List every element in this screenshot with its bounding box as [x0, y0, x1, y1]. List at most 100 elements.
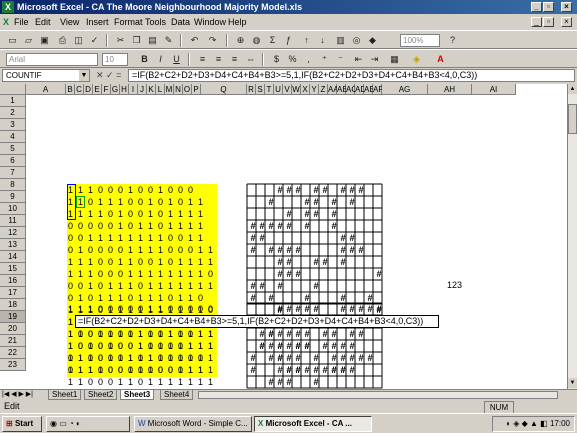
cell-value[interactable]: 1 — [76, 376, 85, 388]
menu-edit[interactable]: Edit — [35, 14, 51, 30]
chevron-down-icon[interactable]: ▼ — [79, 70, 89, 81]
cell-value[interactable]: 1 — [116, 376, 125, 388]
hash-cell[interactable]: # — [257, 232, 267, 244]
italic-icon[interactable]: I — [154, 53, 167, 66]
hash-cell[interactable]: # — [302, 328, 312, 340]
cell-value[interactable]: 0 — [76, 340, 85, 352]
cell-value[interactable]: 1 — [66, 364, 75, 376]
cell-value[interactable]: 1 — [186, 364, 195, 376]
doc-close-button[interactable]: × — [561, 17, 572, 27]
cell-value[interactable]: 1 — [176, 328, 185, 340]
cell-value[interactable]: 1 — [66, 376, 75, 388]
cell-value[interactable]: 1 — [96, 364, 105, 376]
cell-value[interactable]: 0 — [106, 340, 115, 352]
cell-value[interactable]: 1 — [196, 340, 205, 352]
cell-value[interactable]: 0 — [136, 303, 145, 315]
hash-cell[interactable]: # — [347, 340, 357, 352]
cell-value[interactable]: 1 — [186, 352, 195, 364]
cell-value[interactable]: 1 — [166, 376, 175, 388]
cell-value[interactable]: 1 — [126, 376, 135, 388]
align-left-icon[interactable]: ≡ — [196, 53, 209, 66]
doc-minimize-button[interactable]: _ — [531, 17, 542, 27]
cell-value[interactable]: 1 — [206, 352, 215, 364]
formula-buttons[interactable]: ✕ ✓ = — [96, 69, 126, 82]
increase-indent-icon[interactable]: ⇥ — [368, 53, 381, 66]
taskbar-excel[interactable]: X Microsoft Excel - CA ... — [254, 416, 372, 432]
cell-value[interactable]: 0 — [186, 303, 195, 315]
cell-value[interactable]: 1 — [206, 364, 215, 376]
hash-cell[interactable]: # — [248, 352, 258, 364]
cell-value[interactable]: 1 — [76, 364, 85, 376]
cut-icon[interactable]: ✂ — [114, 34, 127, 47]
align-right-icon[interactable]: ≡ — [228, 53, 241, 66]
menu-data[interactable]: Data — [171, 14, 190, 30]
font-color-icon[interactable]: A — [434, 53, 447, 66]
hash-cell[interactable]: # — [311, 376, 321, 388]
hash-cell[interactable]: # — [347, 232, 357, 244]
tab-scroll-icons[interactable]: |◀ ◀ ▶ ▶| — [2, 390, 33, 400]
cell-value[interactable]: 1 — [186, 328, 195, 340]
hash-cell[interactable]: # — [257, 280, 267, 292]
cell-value[interactable]: 0 — [146, 328, 155, 340]
cell-value[interactable]: 1 — [116, 352, 125, 364]
maximize-button[interactable]: ▫ — [543, 2, 554, 12]
cell-value[interactable]: 0 — [126, 303, 135, 315]
hash-cell[interactable]: # — [338, 364, 348, 376]
hash-cell[interactable]: # — [347, 196, 357, 208]
menu-tools[interactable]: Tools — [145, 14, 166, 30]
open-icon[interactable]: ▱ — [22, 34, 35, 47]
cell-value[interactable]: 0 — [176, 303, 185, 315]
hash-cell[interactable]: # — [356, 184, 366, 196]
hash-cell[interactable]: # — [293, 352, 303, 364]
cell-value[interactable]: 0 — [116, 303, 125, 315]
cell-value[interactable]: 1 — [66, 340, 75, 352]
cell-value[interactable]: 1 — [86, 303, 95, 315]
drawing-icon[interactable]: ◆ — [366, 34, 379, 47]
spreadsheet-grid[interactable]: A B C D E F G H I J K L M N O P Q R S T U V W X Y Z AA AB AC AD AE AF AG… — [0, 84, 567, 389]
merge-center-icon[interactable]: ⇔ — [244, 53, 257, 66]
cell-value[interactable]: 0 — [156, 340, 165, 352]
hash-cell[interactable]: # — [338, 256, 348, 268]
cell-value[interactable]: 1 — [146, 303, 155, 315]
formula-input[interactable]: =IF(B2+C2+D2+D3+D4+C4+B4+B3>=5,1,IF(B2+C… — [128, 69, 575, 82]
cell-value[interactable]: 0 — [96, 376, 105, 388]
sort-descending-icon[interactable]: ↓ — [316, 34, 329, 47]
cell-value[interactable]: 0 — [196, 303, 205, 315]
cell-value[interactable]: 1 — [76, 352, 85, 364]
cell-value[interactable]: 0 — [106, 303, 115, 315]
doc-restore-button[interactable]: ▫ — [543, 17, 554, 27]
copy-icon[interactable]: ❐ — [130, 34, 143, 47]
cell-value[interactable]: 1 — [66, 303, 75, 315]
hash-cell[interactable]: # — [374, 303, 384, 315]
tray-icons[interactable]: ◐ ◈ ◆ ▲ ◧ — [506, 419, 548, 428]
hash-cell[interactable]: # — [248, 292, 258, 304]
cell-value[interactable]: 0 — [116, 364, 125, 376]
cell-value[interactable]: 1 — [166, 352, 175, 364]
tab-sheet3[interactable]: Sheet3 — [120, 390, 155, 400]
hash-cell[interactable]: # — [365, 352, 375, 364]
bold-icon[interactable]: B — [138, 53, 151, 66]
hash-cell[interactable]: # — [275, 280, 285, 292]
sort-ascending-icon[interactable]: ↑ — [300, 34, 313, 47]
cell-value[interactable]: 1 — [76, 303, 85, 315]
menu-view[interactable]: View — [60, 14, 79, 30]
cell-value[interactable]: 1 — [186, 340, 195, 352]
cell-edit-formula[interactable]: =IF(B2+C2+D2+D3+D4+C4+B4+B3>=5,1,IF(B2+C… — [75, 315, 439, 328]
cell-value[interactable]: 0 — [116, 328, 125, 340]
underline-icon[interactable]: U — [170, 53, 183, 66]
center-icon[interactable]: ≡ — [212, 53, 225, 66]
hash-cell[interactable]: # — [293, 244, 303, 256]
hash-cell[interactable]: # — [320, 184, 330, 196]
cell-value[interactable]: 1 — [176, 352, 185, 364]
cell-value[interactable]: 0 — [156, 364, 165, 376]
cell-value[interactable]: 1 — [206, 340, 215, 352]
hash-cell[interactable]: # — [311, 196, 321, 208]
scroll-thumb[interactable] — [568, 104, 577, 134]
undo-icon[interactable]: ↶ — [188, 34, 201, 47]
cell-value[interactable]: 1 — [156, 303, 165, 315]
cell-value[interactable]: 1 — [186, 376, 195, 388]
cell-value[interactable]: 1 — [176, 364, 185, 376]
cell-value[interactable]: 0 — [106, 376, 115, 388]
new-icon[interactable]: ▭ — [6, 34, 19, 47]
cell-value[interactable]: 1 — [196, 328, 205, 340]
